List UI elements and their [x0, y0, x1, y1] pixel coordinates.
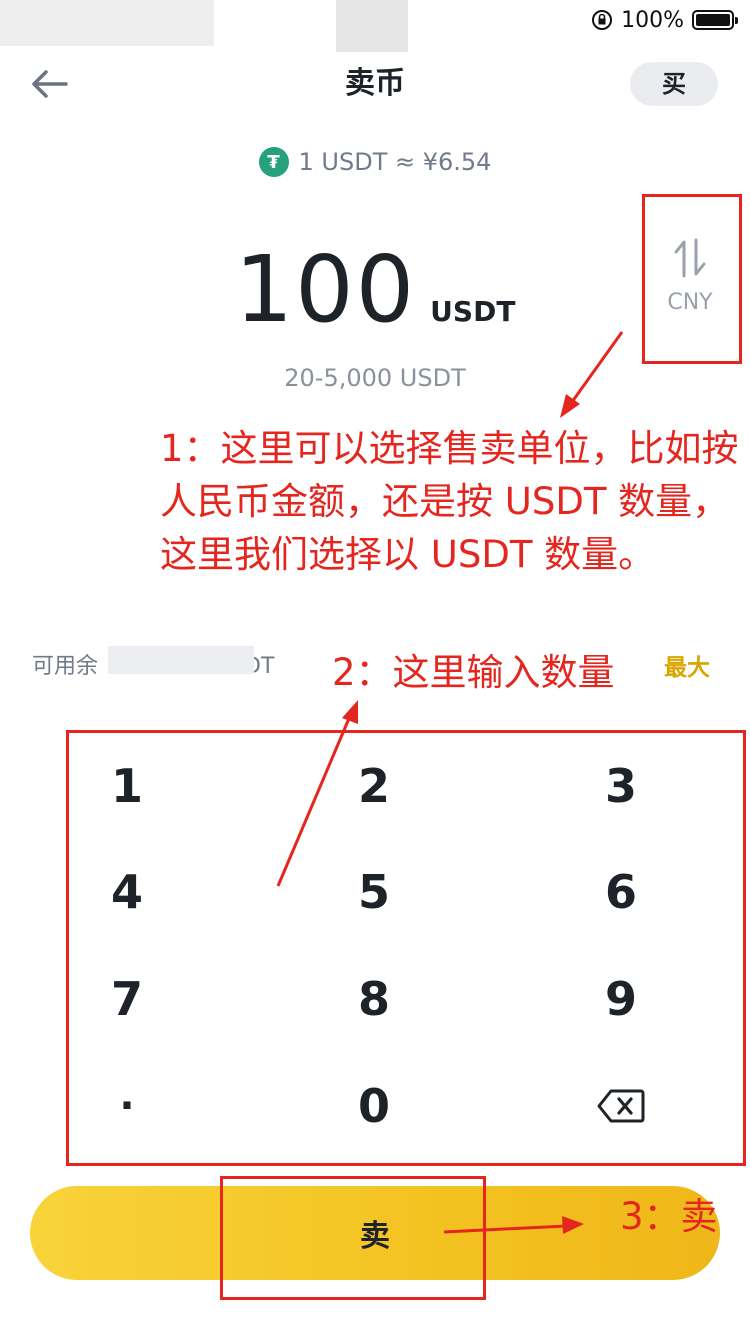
annotation-note-3: 3：卖	[620, 1195, 718, 1238]
swap-vertical-icon	[674, 238, 706, 278]
key-backspace[interactable]	[508, 1052, 734, 1160]
key-4[interactable]: 4	[14, 838, 240, 946]
status-bar-right: 100%	[591, 6, 738, 34]
blurred-status-left	[0, 0, 214, 46]
battery-fill	[696, 14, 730, 26]
annotation-note-2: 2：这里输入数量	[332, 651, 615, 694]
amount-range: 20-5,000 USDT	[284, 364, 466, 392]
unit-switch-label: CNY	[667, 290, 713, 315]
key-0[interactable]: 0	[261, 1052, 487, 1160]
available-left-label: 可用余	[32, 654, 99, 679]
blurred-balance	[108, 646, 254, 674]
battery-percent: 100%	[621, 7, 684, 33]
key-3[interactable]: 3	[508, 732, 734, 840]
unit-switch-button[interactable]: CNY	[648, 230, 732, 330]
exchange-rate: ₮ 1 USDT ≈ ¥6.54	[0, 144, 750, 180]
key-5[interactable]: 5	[261, 838, 487, 946]
key-2[interactable]: 2	[261, 732, 487, 840]
rotation-lock-icon	[592, 10, 613, 30]
tether-icon: ₮	[258, 147, 289, 177]
backspace-icon	[597, 1089, 645, 1123]
amount-display: 100 USDT	[0, 240, 750, 340]
key-6[interactable]: 6	[508, 838, 734, 946]
amount-unit: USDT	[430, 295, 516, 328]
amount-value: 100	[234, 236, 417, 343]
numeric-keypad: 1 2 3 4 5 6 7 8 9 · 0	[68, 732, 746, 1164]
annotation-note-1: 1：这里可以选择售卖单位，比如按人民币金额，还是按 USDT 数量，这里我们选择…	[160, 427, 739, 576]
key-7[interactable]: 7	[14, 945, 240, 1053]
key-9[interactable]: 9	[508, 945, 734, 1053]
key-decimal[interactable]: ·	[14, 1052, 240, 1160]
key-1[interactable]: 1	[14, 732, 240, 840]
exchange-rate-text: 1 USDT ≈ ¥6.54	[298, 148, 492, 176]
buy-toggle-button[interactable]: 买	[630, 62, 718, 106]
max-button[interactable]: 最大	[664, 648, 710, 682]
battery-icon	[692, 10, 738, 30]
blurred-status-center	[336, 0, 408, 52]
sell-button[interactable]: 卖	[30, 1186, 720, 1280]
key-8[interactable]: 8	[261, 945, 487, 1053]
